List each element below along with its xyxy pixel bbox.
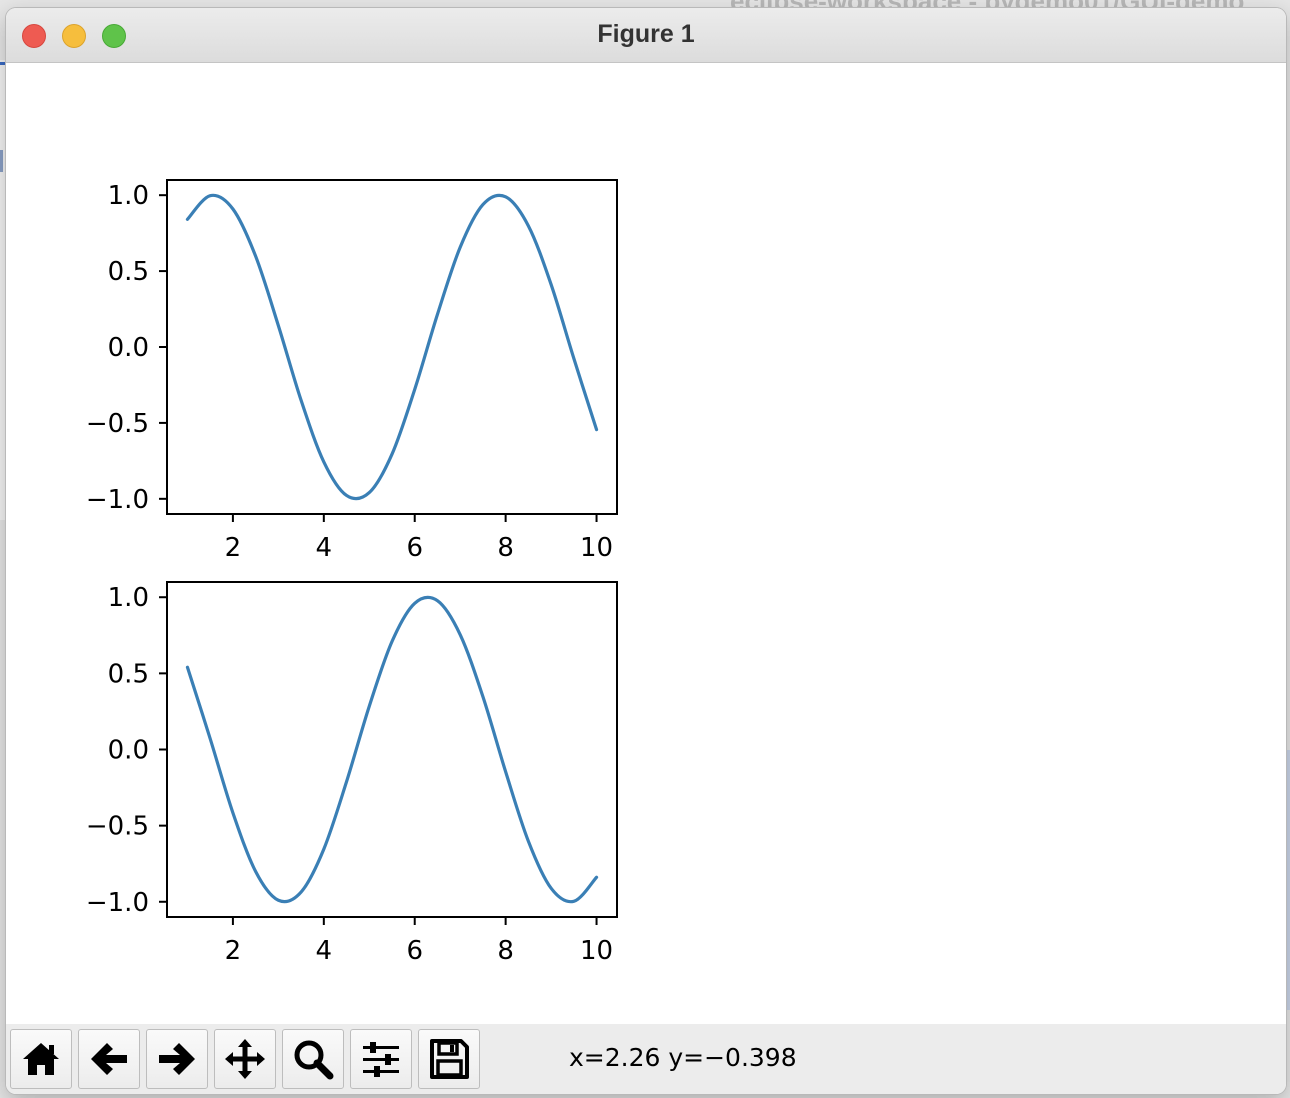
x-tick-label: 10 xyxy=(580,936,613,966)
back-button[interactable] xyxy=(78,1029,140,1089)
figure-window: Figure 1 2 4 6 8 10 1.0 0.5 0.0 −0.5 −1.0 2 4 6 8 10 1.… xyxy=(6,8,1286,1094)
x-tick-label: 6 xyxy=(406,936,423,966)
y-tick-label: −0.5 xyxy=(86,409,149,439)
y-tick-label: 0.5 xyxy=(108,659,149,689)
title-bar[interactable]: Figure 1 xyxy=(6,8,1286,63)
sliders-icon xyxy=(363,1042,399,1077)
axes-frame xyxy=(166,179,618,515)
y-tick-label: −1.0 xyxy=(86,485,149,515)
y-tick-label: 1.0 xyxy=(108,583,149,613)
x-tick-label: 8 xyxy=(497,936,514,966)
x-tick-label: 8 xyxy=(497,533,514,563)
data-line xyxy=(185,595,599,904)
x-tick-label: 10 xyxy=(580,533,613,563)
x-tick-label: 2 xyxy=(225,533,242,563)
y-tick-label: −0.5 xyxy=(86,812,149,842)
move-icon xyxy=(225,1039,265,1079)
y-tick-label: 1.0 xyxy=(108,181,149,211)
zoom-button[interactable] xyxy=(282,1029,344,1089)
y-tick-label: 0.5 xyxy=(108,257,149,287)
x-tick-label: 4 xyxy=(316,533,333,563)
x-tick-label: 4 xyxy=(316,936,333,966)
arrow-right-icon xyxy=(159,1043,195,1075)
arrow-left-icon xyxy=(91,1043,127,1075)
window-title: Figure 1 xyxy=(597,20,695,48)
y-tick-label: 0.0 xyxy=(108,736,149,766)
axes-frame xyxy=(166,581,618,918)
x-tick-label: 6 xyxy=(406,533,423,563)
y-tick-label: 0.0 xyxy=(108,333,149,363)
subplot-2: 2 4 6 8 10 1.0 0.5 0.0 −0.5 −1.0 xyxy=(86,581,618,966)
navigation-toolbar: x=2.26 y=−0.398 xyxy=(6,1024,1286,1094)
home-button[interactable] xyxy=(10,1029,72,1089)
pan-button[interactable] xyxy=(214,1029,276,1089)
figure-canvas[interactable]: 2 4 6 8 10 1.0 0.5 0.0 −0.5 −1.0 2 4 6 8 10 1.0 0.5 0.0 −0… xyxy=(6,63,1286,1024)
floppy-disk-icon xyxy=(430,1039,469,1079)
save-button[interactable] xyxy=(418,1029,480,1089)
data-line xyxy=(185,193,599,501)
cursor-coordinates: x=2.26 y=−0.398 xyxy=(569,1043,797,1072)
home-icon xyxy=(23,1043,59,1075)
magnifier-icon xyxy=(294,1040,334,1080)
forward-button[interactable] xyxy=(146,1029,208,1089)
plot-area[interactable]: 2 4 6 8 10 1.0 0.5 0.0 −0.5 −1.0 2 4 6 8 10 1.0 0.5 0.0 −0… xyxy=(6,63,1286,1024)
x-tick-label: 2 xyxy=(225,936,242,966)
configure-subplots-button[interactable] xyxy=(350,1029,412,1089)
y-tick-label: −1.0 xyxy=(86,888,149,918)
subplot-1: 2 4 6 8 10 1.0 0.5 0.0 −0.5 −1.0 xyxy=(86,179,618,563)
background-marker xyxy=(0,150,3,172)
